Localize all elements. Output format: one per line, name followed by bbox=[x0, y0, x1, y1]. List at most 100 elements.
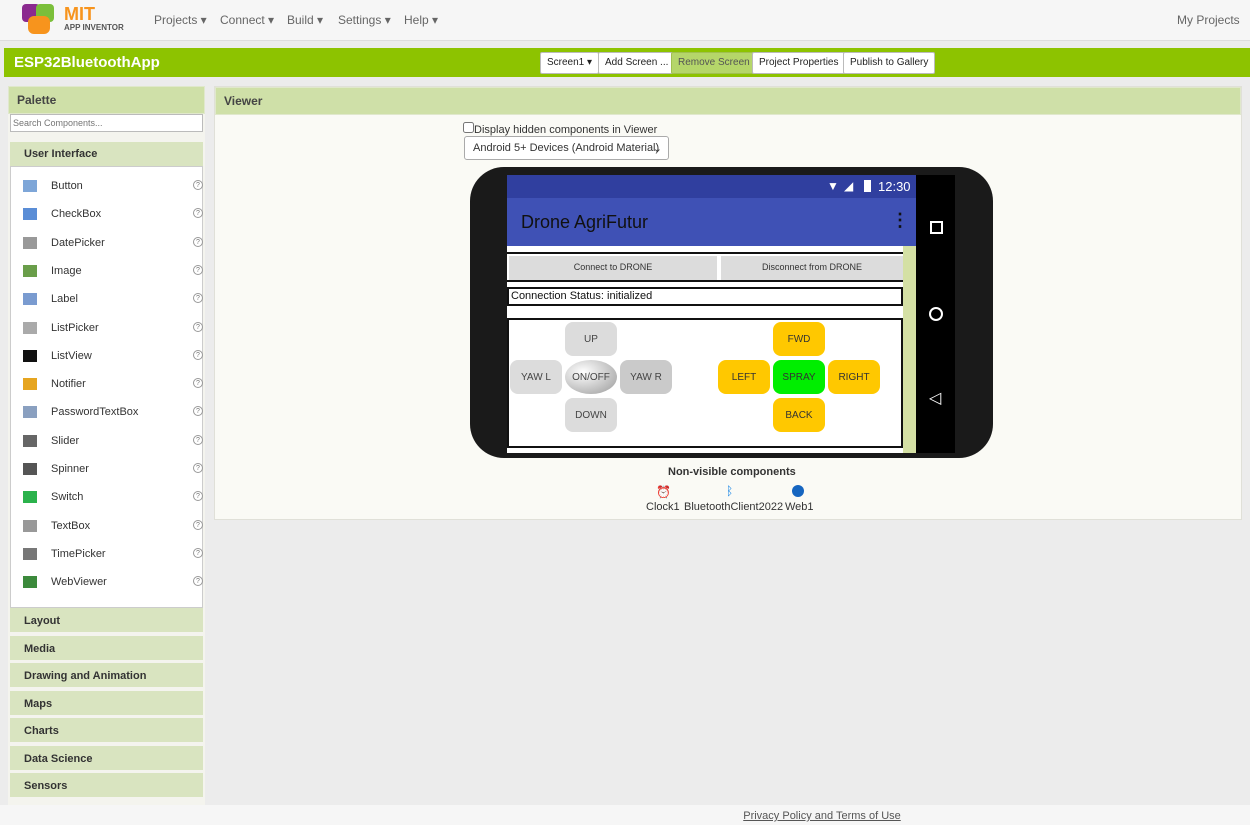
app-inventor-logo[interactable] bbox=[22, 4, 56, 34]
menu-build[interactable]: Build ▾ bbox=[287, 13, 323, 27]
home-icon[interactable] bbox=[929, 307, 943, 321]
logo-title: MIT bbox=[64, 4, 95, 24]
left-button[interactable]: LEFT bbox=[718, 360, 770, 394]
viewer-title: Viewer bbox=[215, 87, 1241, 115]
back-button[interactable]: BACK bbox=[773, 398, 825, 432]
help-icon[interactable]: ? bbox=[193, 576, 203, 587]
disconnect-button[interactable]: Disconnect from DRONE bbox=[721, 256, 903, 280]
palette-item-switch[interactable]: Switch? bbox=[23, 488, 203, 508]
category-data-science[interactable]: Data Science bbox=[10, 745, 203, 772]
palette-item-listview[interactable]: ListView? bbox=[23, 347, 203, 367]
palette-item-textbox[interactable]: TextBox? bbox=[23, 517, 203, 537]
help-icon[interactable]: ? bbox=[193, 463, 203, 473]
category-charts[interactable]: Charts bbox=[10, 718, 203, 744]
help-icon[interactable]: ? bbox=[193, 180, 203, 190]
menu-connect[interactable]: Connect ▾ bbox=[220, 13, 274, 27]
help-icon[interactable]: ? bbox=[193, 208, 203, 219]
yaw-right-button[interactable]: YAW R bbox=[620, 360, 672, 394]
palette-item-image[interactable]: Image? bbox=[23, 262, 203, 282]
spray-button[interactable]: SPRAY bbox=[773, 360, 825, 394]
help-icon[interactable]: ? bbox=[193, 293, 203, 304]
on-off-button[interactable]: ON/OFF bbox=[565, 360, 617, 394]
user-interface-list: Button? CheckBox? DatePicker? Image? Label? L… bbox=[10, 166, 203, 608]
help-icon[interactable]: ? bbox=[193, 321, 203, 332]
help-icon[interactable]: ? bbox=[193, 406, 203, 417]
menu-help[interactable]: Help ▾ bbox=[404, 13, 438, 27]
app-title: Drone AgriFutur bbox=[521, 212, 649, 232]
status-bar: ▼ ◢ 12:30 bbox=[507, 175, 916, 198]
top-bar: MIT APP INVENTOR Projects ▾ Connect ▾ Bu… bbox=[0, 0, 1250, 41]
button-icon bbox=[23, 180, 37, 192]
down-button[interactable]: DOWN bbox=[565, 398, 617, 432]
palette-title: Palette bbox=[8, 86, 205, 114]
palette-item-button[interactable]: Button? bbox=[23, 177, 203, 197]
palette-item-label: Switch bbox=[51, 491, 84, 504]
category-maps[interactable]: Maps bbox=[10, 690, 203, 717]
palette-item-listpicker[interactable]: ListPicker? bbox=[23, 319, 203, 339]
forward-button[interactable]: FWD bbox=[773, 322, 825, 356]
category-media[interactable]: Media bbox=[10, 635, 203, 662]
yaw-left-button[interactable]: YAW L bbox=[510, 360, 562, 394]
project-properties-button[interactable]: Project Properties bbox=[752, 52, 846, 74]
category-drawing-and-animation[interactable]: Drawing and Animation bbox=[10, 663, 203, 689]
remove-screen-button[interactable]: Remove Screen bbox=[671, 52, 757, 74]
wifi-icon: ▼ bbox=[827, 179, 839, 193]
display-hidden-label: Display hidden components in Viewer bbox=[474, 124, 658, 136]
palette-item-datepicker[interactable]: DatePicker? bbox=[23, 234, 203, 254]
nonvisible-clock[interactable]: Clock1 bbox=[646, 501, 680, 513]
webviewer-icon bbox=[23, 576, 37, 589]
publish-gallery-button[interactable]: Publish to Gallery bbox=[843, 52, 936, 74]
palette-item-label: DatePicker bbox=[51, 236, 105, 249]
help-icon[interactable]: ? bbox=[193, 236, 203, 247]
privacy-link[interactable]: Privacy Policy and Terms of Use bbox=[743, 810, 901, 822]
palette-item-label: Button bbox=[51, 180, 83, 192]
category-user-interface[interactable]: User Interface bbox=[10, 142, 203, 166]
palette-item-webviewer[interactable]: WebViewer? bbox=[23, 573, 203, 593]
screen-select[interactable]: Screen1 ▾ bbox=[540, 52, 600, 74]
palette-item-notifier[interactable]: Notifier? bbox=[23, 375, 203, 395]
device-select[interactable]: Android 5+ Devices (Android Material) ⌄ bbox=[464, 136, 669, 160]
add-screen-button[interactable]: Add Screen ... bbox=[598, 52, 676, 74]
palette-item-checkbox[interactable]: CheckBox? bbox=[23, 205, 203, 225]
project-toolbar: ESP32BluetoothApp Screen1 ▾ Add Screen .… bbox=[4, 48, 1250, 77]
palette-item-label[interactable]: Label? bbox=[23, 290, 203, 310]
palette-item-slider[interactable]: Slider? bbox=[23, 432, 203, 452]
help-icon[interactable]: ? bbox=[193, 491, 203, 502]
help-icon[interactable]: ? bbox=[193, 349, 203, 360]
chevron-down-icon: ⌄ bbox=[652, 143, 662, 155]
palette-item-timepicker[interactable]: TimePicker? bbox=[23, 545, 203, 565]
help-icon[interactable]: ? bbox=[193, 434, 203, 445]
menu-projects[interactable]: Projects ▾ bbox=[154, 13, 207, 27]
help-icon[interactable]: ? bbox=[193, 547, 203, 558]
category-layout[interactable]: Layout bbox=[10, 608, 203, 634]
scrollbar[interactable] bbox=[903, 246, 916, 453]
connect-button[interactable]: Connect to DRONE bbox=[509, 256, 717, 280]
palette-item-passwordtextbox[interactable]: PasswordTextBox? bbox=[23, 403, 203, 423]
menu-settings[interactable]: Settings ▾ bbox=[338, 13, 391, 27]
display-hidden-checkbox[interactable]: Display hidden components in Viewer bbox=[463, 122, 657, 136]
category-sensors[interactable]: Sensors bbox=[10, 773, 203, 799]
overflow-menu-icon[interactable]: ⋮ bbox=[891, 210, 909, 231]
passwordtextbox-icon bbox=[23, 406, 37, 419]
web-globe-icon bbox=[792, 485, 804, 497]
datepicker-icon bbox=[23, 236, 37, 249]
battery-icon bbox=[864, 180, 871, 192]
recent-apps-icon[interactable] bbox=[930, 221, 943, 234]
help-icon[interactable]: ? bbox=[193, 519, 203, 530]
palette-item-label: Notifier bbox=[51, 378, 86, 391]
spinner-icon bbox=[23, 463, 37, 475]
footer: Privacy Policy and Terms of Use bbox=[0, 805, 1250, 825]
palette-item-label: CheckBox bbox=[51, 208, 102, 221]
back-nav-icon[interactable]: ◁ bbox=[929, 388, 941, 408]
project-name: ESP32BluetoothApp bbox=[14, 54, 160, 71]
search-components-input[interactable] bbox=[10, 114, 203, 132]
nonvisible-web[interactable]: Web1 bbox=[785, 501, 814, 513]
my-projects-link[interactable]: My Projects bbox=[1177, 13, 1240, 27]
help-icon[interactable]: ? bbox=[193, 264, 203, 275]
up-button[interactable]: UP bbox=[565, 322, 617, 356]
palette-item-spinner[interactable]: Spinner? bbox=[23, 460, 203, 480]
help-icon[interactable]: ? bbox=[193, 378, 203, 389]
right-button[interactable]: RIGHT bbox=[828, 360, 880, 394]
nonvisible-bluetooth[interactable]: BluetoothClient2022 bbox=[684, 501, 783, 513]
slider-icon bbox=[23, 434, 37, 447]
